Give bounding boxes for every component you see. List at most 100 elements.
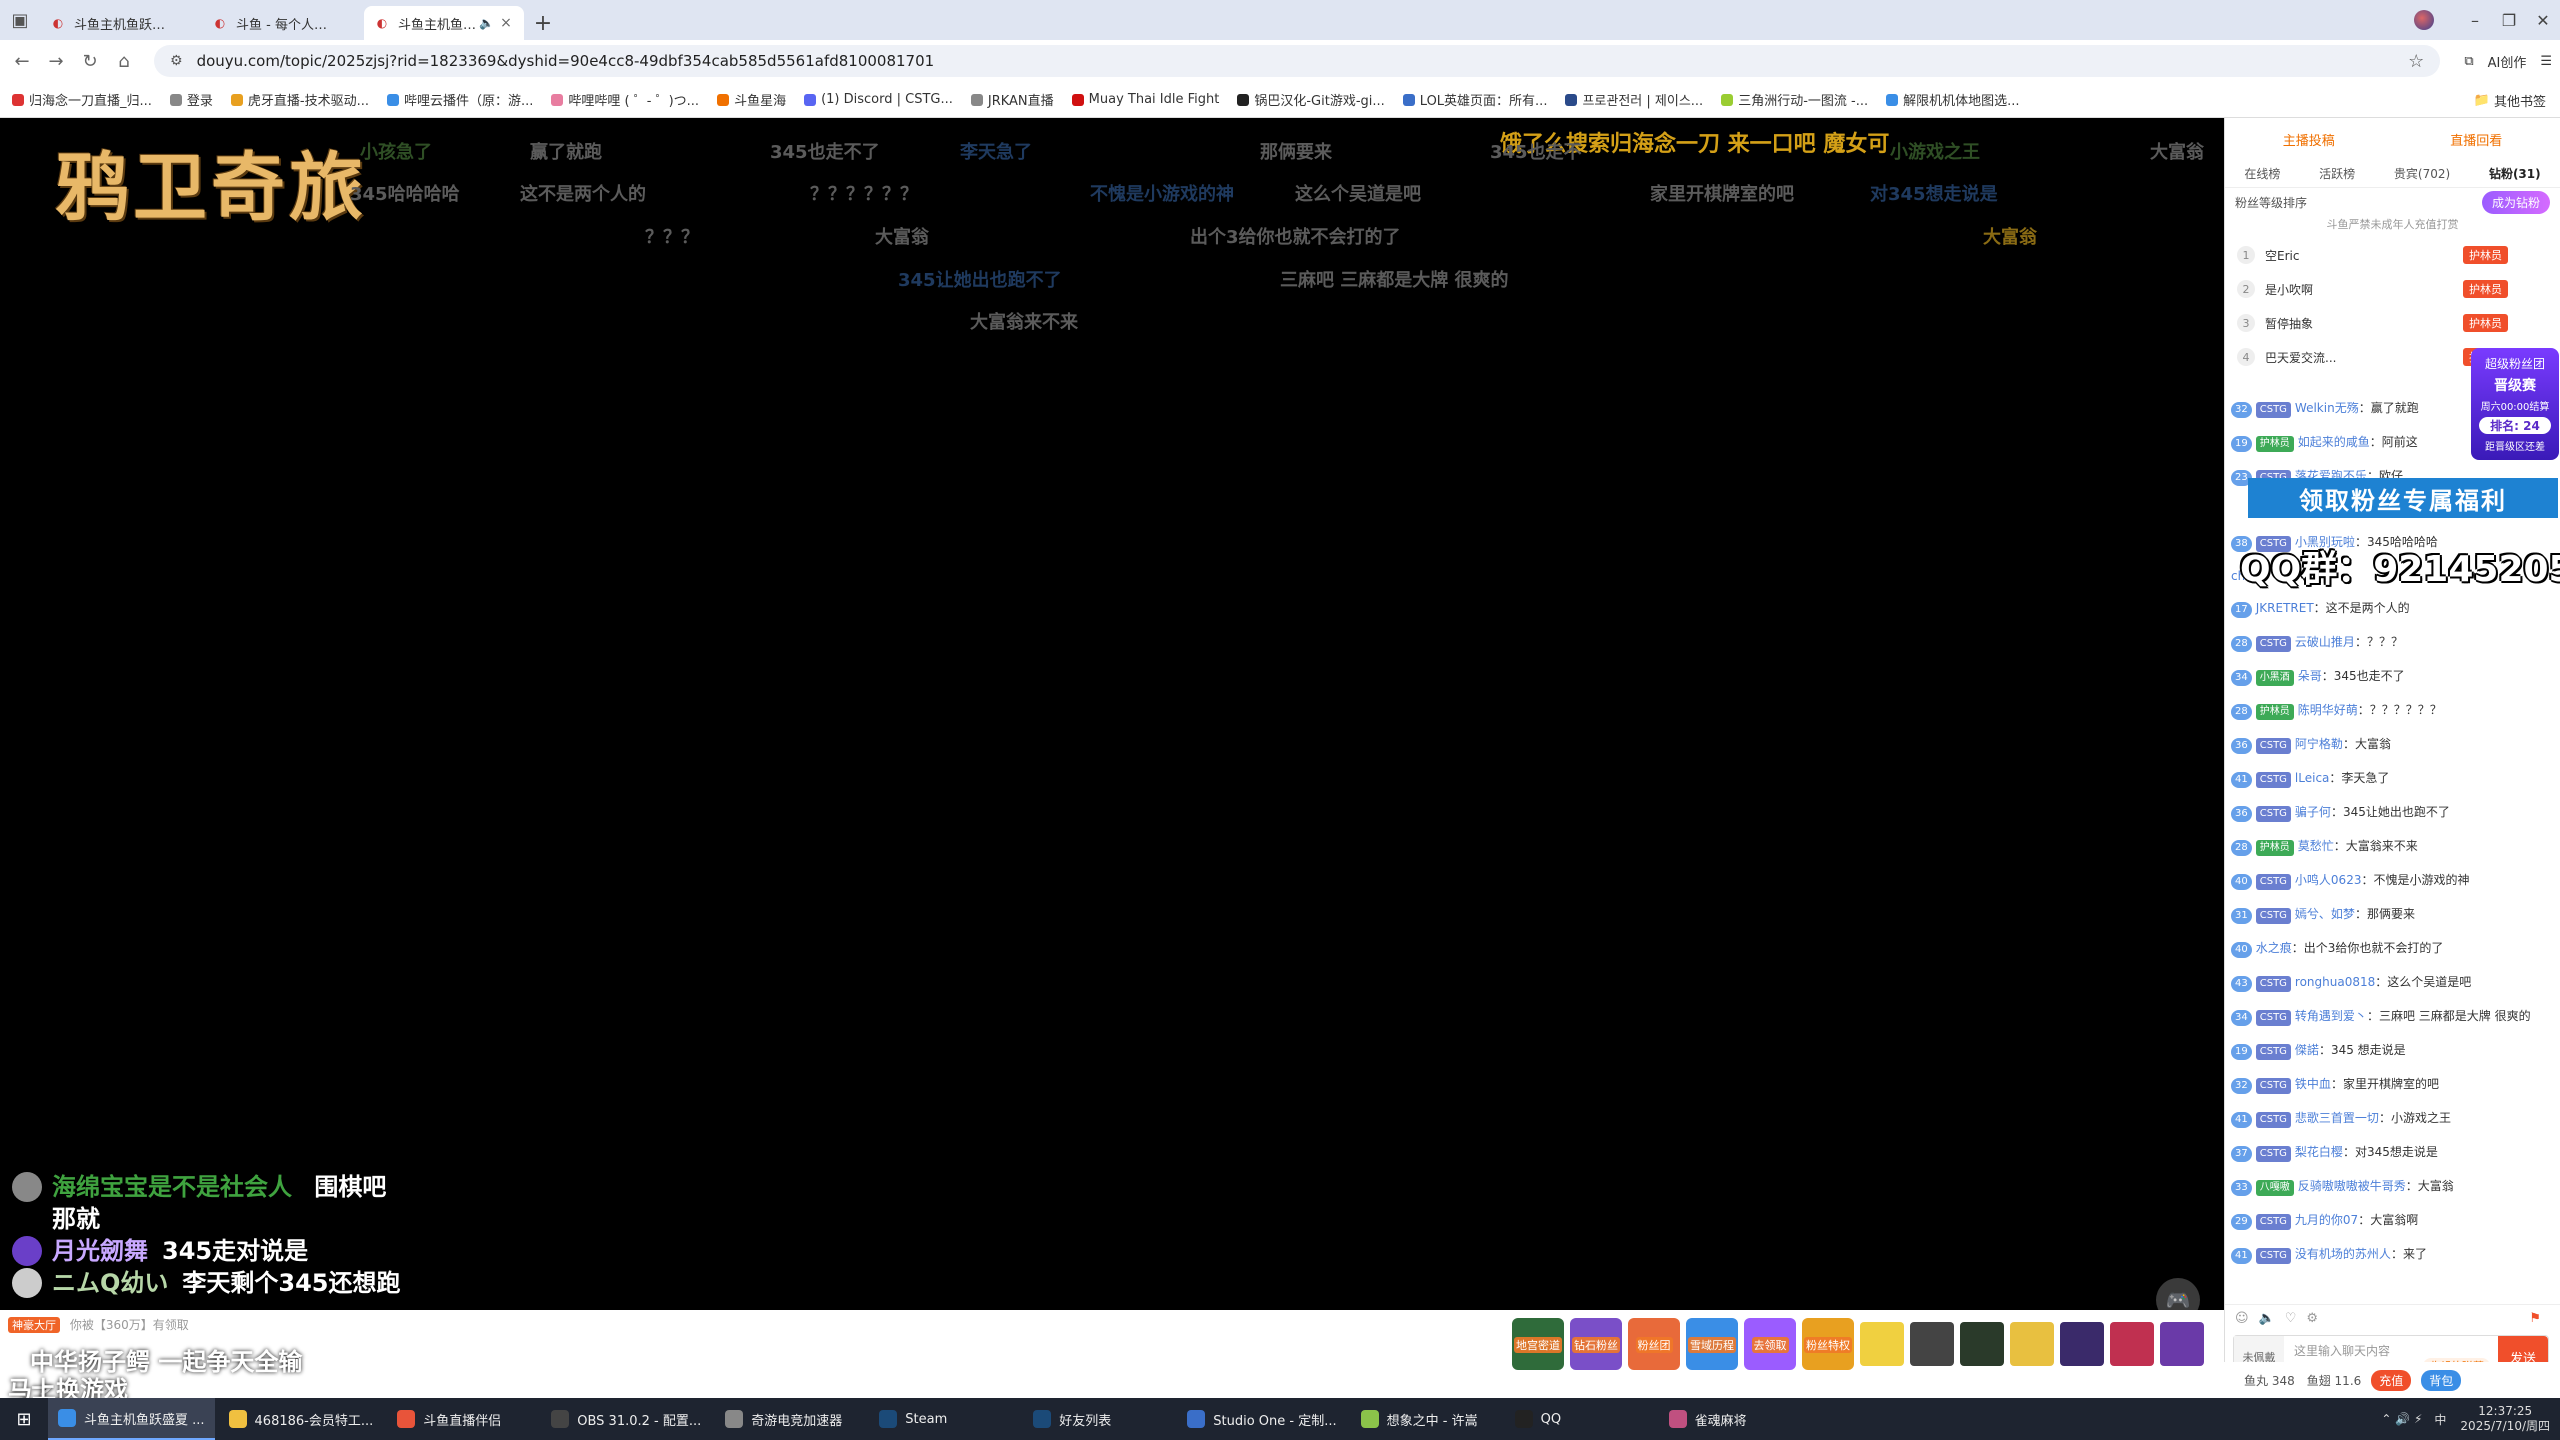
chat-username[interactable]: 小鸣人0623 bbox=[2295, 873, 2362, 887]
gift-item[interactable]: 雪域历程 bbox=[1686, 1318, 1738, 1370]
minimize-icon[interactable]: – bbox=[2458, 11, 2492, 30]
tab-online[interactable]: 在线榜 bbox=[2244, 165, 2280, 182]
chat-message[interactable]: 32 CSTG Welkin无殇：赢了就跑 bbox=[2231, 392, 2555, 426]
chat-username[interactable]: 云破山推月 bbox=[2295, 635, 2355, 649]
chat-message[interactable]: 19 CSTG 傑諾：345 想走说是 bbox=[2231, 1034, 2555, 1068]
chat-message[interactable]: 33 八嘎嗷 反骑嗷嗷嗷被牛哥秀：大富翁 bbox=[2231, 1170, 2555, 1204]
chat-message[interactable]: 43 CSTG ronghua0818：这么个吴道是吧 bbox=[2231, 966, 2555, 1000]
chat-message-list[interactable]: 32CSTGWelkin无殇：赢了就跑19护林员如起来的咸鱼：阿前这23CSTG… bbox=[2225, 392, 2560, 1302]
gift-item[interactable]: 去领取 bbox=[1744, 1318, 1796, 1370]
bookmark-item[interactable]: LOL英雄页面：所有... bbox=[1402, 90, 1547, 109]
gift-thumbnail[interactable] bbox=[2160, 1322, 2204, 1366]
browser-tab-1[interactable]: ◐ 斗鱼主机鱼跃盛夏 bbox=[40, 6, 200, 40]
ai-button[interactable]: AI创作 bbox=[2488, 52, 2527, 71]
gift-thumbnail[interactable] bbox=[1910, 1322, 1954, 1366]
bookmark-item[interactable]: 归海念一刀直播_归... bbox=[12, 90, 152, 109]
taskbar-app[interactable]: 468186-会员特工... bbox=[219, 1398, 384, 1440]
gift-item[interactable]: 粉丝特权 bbox=[1802, 1318, 1854, 1370]
chat-message[interactable]: 34 小黑酒 朵哥：345也走不了 bbox=[2231, 660, 2555, 694]
chat-username[interactable]: JKRETRET bbox=[2256, 601, 2314, 615]
taskbar-app[interactable]: Steam bbox=[869, 1398, 1019, 1440]
reload-icon[interactable]: ↻ bbox=[76, 47, 104, 75]
bookmark-item[interactable]: 锅巴汉化-Git游戏-gi... bbox=[1237, 90, 1385, 109]
maximize-icon[interactable]: ❐ bbox=[2492, 11, 2526, 30]
gift-icon[interactable]: ♡ bbox=[2285, 1311, 2297, 1326]
start-icon[interactable]: ⊞ bbox=[0, 1409, 48, 1430]
chat-message[interactable]: 41 CSTG 没有机场的苏州人：来了 bbox=[2231, 1238, 2555, 1272]
join-diamond-button[interactable]: 成为钻粉 bbox=[2481, 190, 2550, 214]
chat-username[interactable]: 阿宁格勒 bbox=[2295, 737, 2343, 751]
close-window-icon[interactable]: ✕ bbox=[2526, 11, 2560, 30]
chat-username[interactable]: 悲歌三首置一切 bbox=[2295, 1111, 2379, 1125]
bookmark-star-icon[interactable]: ☆ bbox=[2408, 51, 2424, 72]
taskbar-app[interactable]: 斗鱼主机鱼跃盛夏 ... bbox=[48, 1398, 215, 1440]
chat-message[interactable]: 34 CSTG 转角遇到爱丶：三麻吧 三麻都是大牌 很爽的 bbox=[2231, 1000, 2555, 1034]
chat-message[interactable]: 36 CSTG 骗子何：345让她出也跑不了 bbox=[2231, 796, 2555, 830]
bag-button[interactable]: 背包 bbox=[2421, 1369, 2462, 1391]
gift-thumbnail[interactable] bbox=[1860, 1322, 1904, 1366]
chat-username[interactable]: 傑諾 bbox=[2295, 1043, 2319, 1057]
rank-badge[interactable]: 神豪大厅 bbox=[8, 1317, 60, 1333]
tab-actions-icon[interactable]: ▣ bbox=[0, 0, 40, 40]
chat-username[interactable]: 水之痕 bbox=[2256, 941, 2292, 955]
taskbar-app[interactable]: OBS 31.0.2 - 配置... bbox=[541, 1398, 711, 1440]
extensions-icon[interactable]: ⧉ bbox=[2464, 54, 2473, 69]
bookmark-item[interactable]: Muay Thai Idle Fight bbox=[1071, 92, 1219, 107]
speaker-icon[interactable]: 🔈 bbox=[479, 16, 494, 30]
taskbar-app[interactable]: 雀魂麻将 bbox=[1659, 1398, 1809, 1440]
home-icon[interactable]: ⌂ bbox=[110, 47, 138, 75]
charge-button[interactable]: 充值 bbox=[2371, 1369, 2412, 1391]
chat-message[interactable]: 19 护林员 如起来的咸鱼：阿前这 bbox=[2231, 426, 2555, 460]
taskbar-app[interactable]: 好友列表 bbox=[1023, 1398, 1173, 1440]
bookmark-item[interactable]: 登录 bbox=[169, 90, 213, 109]
chat-username[interactable]: 没有机场的苏州人 bbox=[2295, 1247, 2391, 1261]
chat-username[interactable]: 反骑嗷嗷嗷被牛哥秀 bbox=[2298, 1179, 2406, 1193]
chat-message[interactable]: 17 JKRETRET：这不是两个人的 bbox=[2231, 592, 2555, 626]
bookmark-item[interactable]: (1) Discord | CSTG... bbox=[804, 92, 953, 107]
emoji-icon[interactable]: ☺ bbox=[2235, 1311, 2249, 1326]
taskbar-app[interactable]: QQ bbox=[1505, 1398, 1655, 1440]
rank-sort-label[interactable]: 粉丝等级排序 bbox=[2235, 194, 2307, 211]
forward-icon[interactable]: → bbox=[42, 47, 70, 75]
menu-icon[interactable]: ☰ bbox=[2540, 54, 2552, 69]
tab-vip[interactable]: 贵宾(702) bbox=[2394, 165, 2450, 182]
profile-avatar[interactable] bbox=[2414, 10, 2434, 30]
chat-message[interactable]: 40 CSTG 小鸣人0623：不愧是小游戏的神 bbox=[2231, 864, 2555, 898]
replay-link[interactable]: 直播回看 bbox=[2450, 130, 2502, 149]
bookmark-item[interactable]: 프로관전러 | 제이스... bbox=[1565, 90, 1703, 109]
chat-username[interactable]: 梨花白樱 bbox=[2295, 1145, 2343, 1159]
chat-username[interactable]: 朵哥 bbox=[2298, 669, 2322, 683]
chat-message[interactable]: 28 护林员 莫愁忙：大富翁来不来 bbox=[2231, 830, 2555, 864]
bookmark-item[interactable]: 三角洲行动-一图流 -... bbox=[1721, 90, 1868, 109]
other-bookmarks[interactable]: 📁 其他书签 bbox=[2474, 82, 2546, 118]
gift-thumbnail[interactable] bbox=[1960, 1322, 2004, 1366]
bookmark-item[interactable]: 解限机机体地图选... bbox=[1886, 90, 2020, 109]
chat-username[interactable]: lLeica bbox=[2295, 771, 2329, 785]
chat-message[interactable]: 41 CSTG 悲歌三首置一切：小游戏之王 bbox=[2231, 1102, 2555, 1136]
taskbar-app[interactable]: 想象之中 - 许嵩 bbox=[1351, 1398, 1501, 1440]
chat-username[interactable]: 如起来的咸鱼 bbox=[2298, 435, 2370, 449]
settings-icon[interactable]: ⚙ bbox=[2306, 1311, 2318, 1326]
chat-message[interactable]: 29 CSTG 九月的你07：大富翁啊 bbox=[2231, 1204, 2555, 1238]
bookmark-item[interactable]: 虎牙直播-技术驱动... bbox=[230, 90, 369, 109]
rank-row[interactable]: 3 暂停抽象 护林员 bbox=[2225, 306, 2560, 340]
bookmark-item[interactable]: 斗鱼星海 bbox=[717, 90, 786, 109]
clock[interactable]: 12:37:25 2025/7/10/周四 bbox=[2460, 1404, 2550, 1434]
ime-indicator[interactable]: 中 bbox=[2434, 1411, 2446, 1428]
taskbar-app[interactable]: 斗鱼直播伴侣 bbox=[387, 1398, 537, 1440]
bookmark-item[interactable]: 哔哩云播件（原：游... bbox=[387, 90, 533, 109]
chat-username[interactable]: 陈明华好萌 bbox=[2298, 703, 2358, 717]
fan-benefit-banner[interactable]: 领取粉丝专属福利 bbox=[2248, 478, 2558, 518]
streamer-upload-link[interactable]: 主播投稿 bbox=[2283, 130, 2335, 149]
chat-message[interactable]: 40 水之痕：出个3给你也就不会打的了 bbox=[2231, 932, 2555, 966]
video-player[interactable]: 鸦卫奇旅 海绵宝宝是不是社会人 围棋吧 那就 月光劒舞 345走对说是 ニムQ幼… bbox=[0, 118, 2224, 1310]
bookmark-item[interactable]: JRKAN直播 bbox=[970, 90, 1054, 109]
chat-username[interactable]: Welkin无殇 bbox=[2295, 401, 2359, 415]
site-info-icon[interactable]: ⚙ bbox=[170, 53, 183, 69]
chat-username[interactable]: 九月的你07 bbox=[2295, 1213, 2358, 1227]
chat-username[interactable]: 莫愁忙 bbox=[2298, 839, 2334, 853]
rank-row[interactable]: 2 是小吹啊 护林员 bbox=[2225, 272, 2560, 306]
chat-message[interactable]: 28 护林员 陈明华好萌：？？？？？？ bbox=[2231, 694, 2555, 728]
chat-username[interactable]: 骗子何 bbox=[2295, 805, 2331, 819]
speaker-icon[interactable]: 🔈 bbox=[2259, 1311, 2275, 1326]
